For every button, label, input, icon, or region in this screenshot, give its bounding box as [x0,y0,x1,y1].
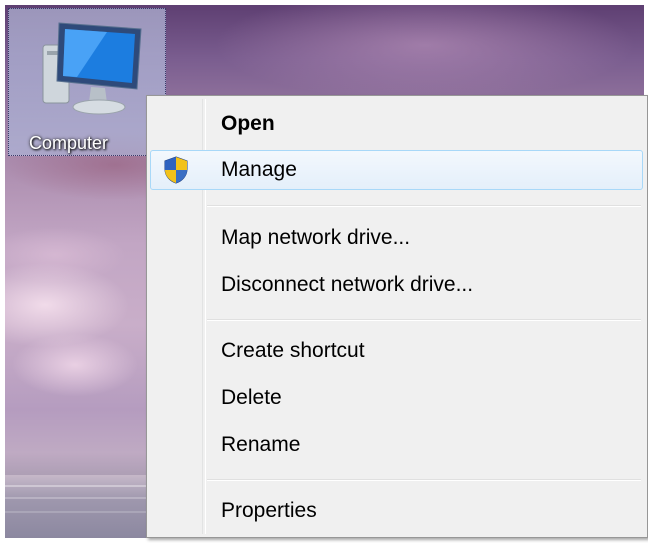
menu-item-map-network-drive[interactable]: Map network drive... [150,218,643,258]
menu-item-disconnect-network-drive[interactable]: Disconnect network drive... [150,265,643,305]
uac-shield-icon [163,156,189,190]
computer-monitor-icon [42,22,142,115]
menu-item-rename[interactable]: Rename [150,425,643,465]
desktop-icon-label: Computer [29,133,109,153]
menu-item-label: Open [221,112,275,135]
context-menu: Open Manage Map network drive... Disconn… [146,95,648,538]
desktop-icon-computer[interactable]: Computer [8,8,166,156]
menu-separator [207,205,641,207]
menu-separator [207,319,641,321]
menu-item-open[interactable]: Open [150,104,643,144]
menu-item-delete[interactable]: Delete [150,378,643,418]
menu-item-label: Rename [221,433,301,456]
menu-item-label: Manage [221,158,297,181]
menu-item-label: Disconnect network drive... [221,273,474,296]
menu-item-label: Create shortcut [221,339,365,362]
menu-item-label: Delete [221,386,282,409]
menu-item-label: Map network drive... [221,226,411,249]
menu-item-properties[interactable]: Properties [150,491,643,531]
menu-item-manage[interactable]: Manage [150,150,643,190]
menu-item-label: Properties [221,499,317,522]
menu-separator [207,479,641,481]
menu-item-create-shortcut[interactable]: Create shortcut [150,331,643,371]
